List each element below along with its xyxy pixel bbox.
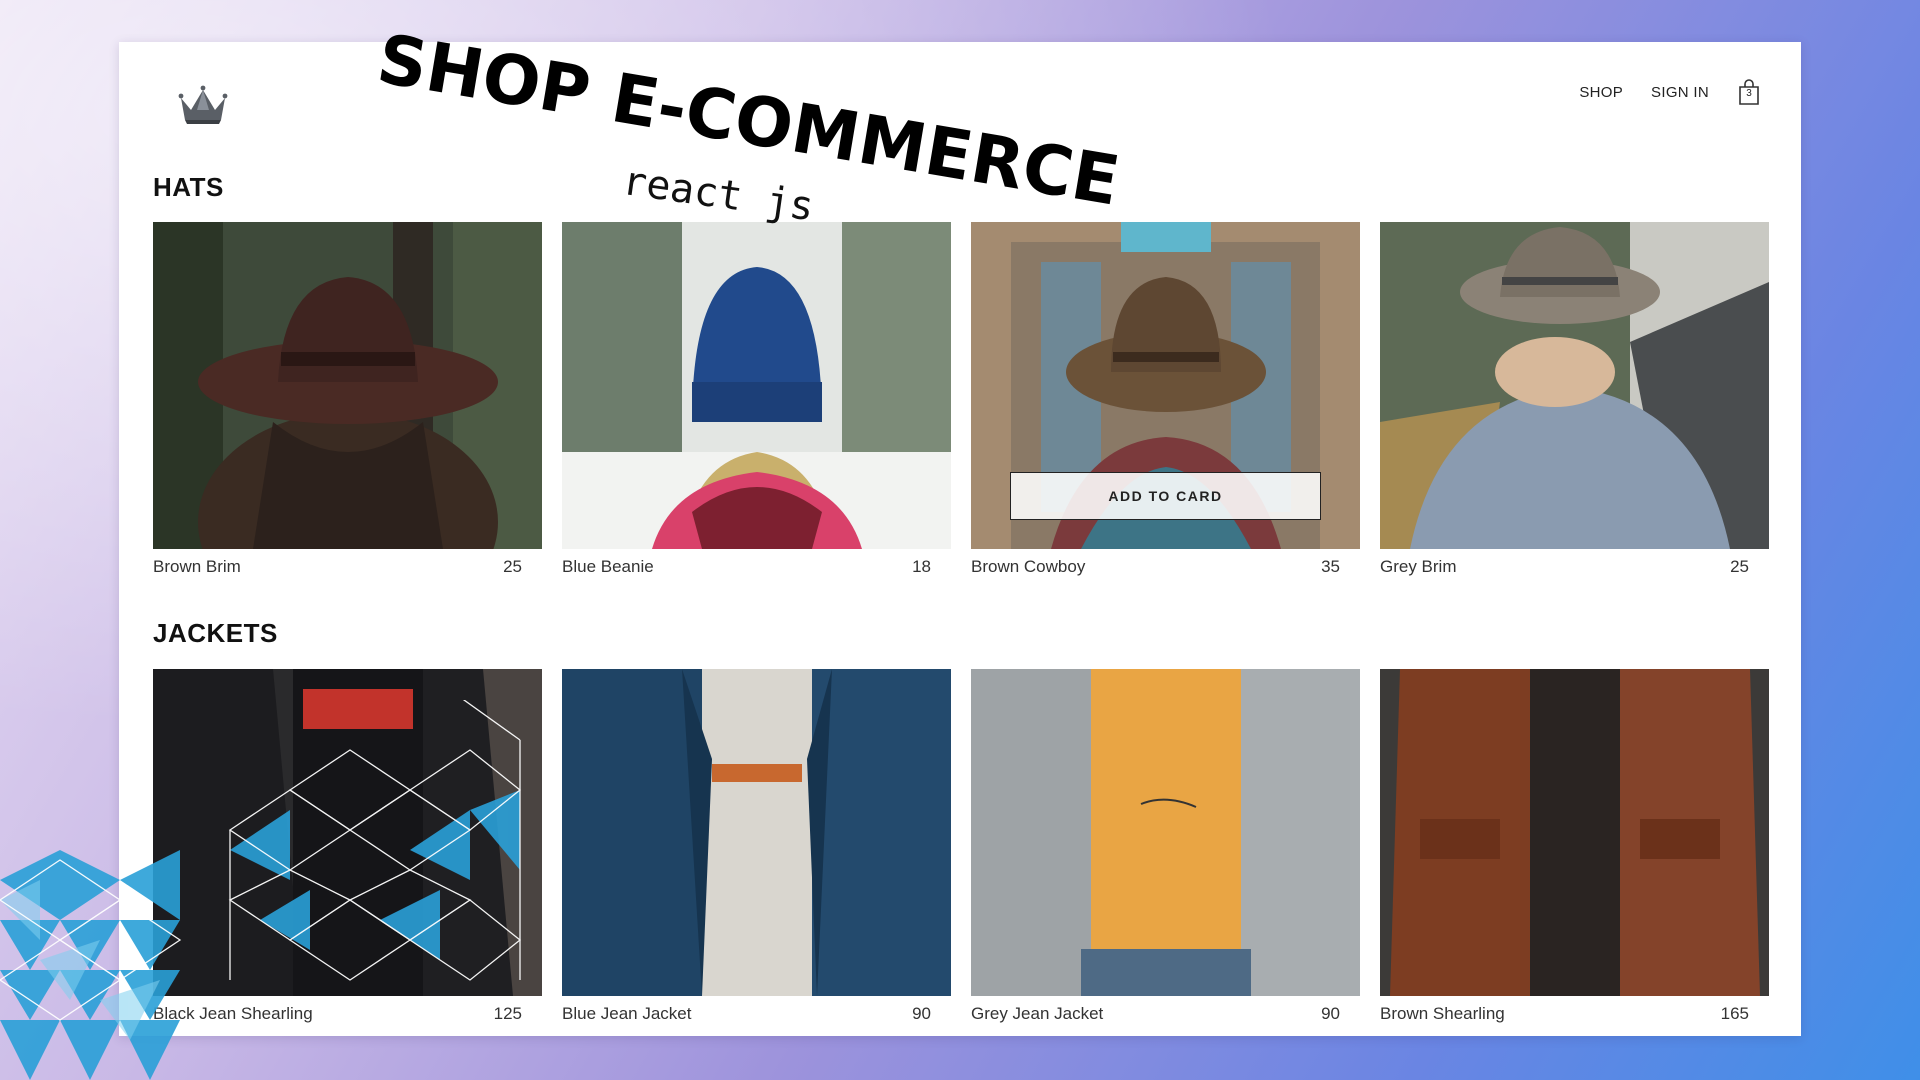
product-card[interactable]: Blue Jean Jacket 90 — [562, 669, 951, 1024]
product-card[interactable]: Grey Brim 25 — [1380, 222, 1769, 577]
product-price: 35 — [1321, 557, 1340, 576]
product-price: 90 — [1321, 1004, 1340, 1023]
product-image — [1380, 669, 1769, 996]
product-image: ADD TO CARD — [971, 222, 1360, 549]
product-name: Brown Brim — [153, 557, 241, 576]
product-name: Blue Beanie — [562, 557, 654, 576]
cart-count: 3 — [1746, 88, 1752, 99]
product-name: Blue Jean Jacket — [562, 1004, 692, 1023]
section-title-hats: HATS — [153, 172, 224, 202]
product-card[interactable]: Brown Shearling 165 — [1380, 669, 1769, 1024]
product-image — [153, 222, 542, 549]
product-name: Grey Brim — [1380, 557, 1457, 576]
header-nav: SHOP SIGN IN 3 — [1579, 78, 1761, 106]
product-card[interactable]: ADD TO CARD Brown Cowboy 35 — [971, 222, 1360, 577]
product-card[interactable]: Grey Jean Jacket 90 — [971, 669, 1360, 1024]
nav-shop-link[interactable]: SHOP — [1579, 84, 1623, 101]
product-price: 18 — [912, 557, 931, 576]
product-price: 25 — [503, 557, 522, 576]
nav-sign-in-link[interactable]: SIGN IN — [1651, 84, 1709, 101]
product-image — [562, 669, 951, 996]
product-image — [1380, 222, 1769, 549]
hats-grid: Brown Brim 25 Blue Beanie 18 ADD TO CARD… — [153, 222, 1769, 577]
product-image — [971, 669, 1360, 996]
product-card[interactable]: Blue Beanie 18 — [562, 222, 951, 577]
product-price: 165 — [1720, 1004, 1749, 1023]
crown-icon[interactable] — [177, 80, 229, 126]
section-title-jackets: JACKETS — [153, 618, 278, 648]
product-name: Grey Jean Jacket — [971, 1004, 1104, 1023]
add-to-cart-button[interactable]: ADD TO CARD — [1010, 472, 1321, 520]
product-price: 25 — [1730, 557, 1749, 576]
geometric-decoration — [0, 700, 522, 1080]
cart-button[interactable]: 3 — [1737, 78, 1761, 106]
product-name: Brown Shearling — [1380, 1004, 1505, 1023]
product-card[interactable]: Brown Brim 25 — [153, 222, 542, 577]
product-name: Brown Cowboy — [971, 557, 1086, 576]
product-price: 90 — [912, 1004, 931, 1023]
product-image — [562, 222, 951, 549]
